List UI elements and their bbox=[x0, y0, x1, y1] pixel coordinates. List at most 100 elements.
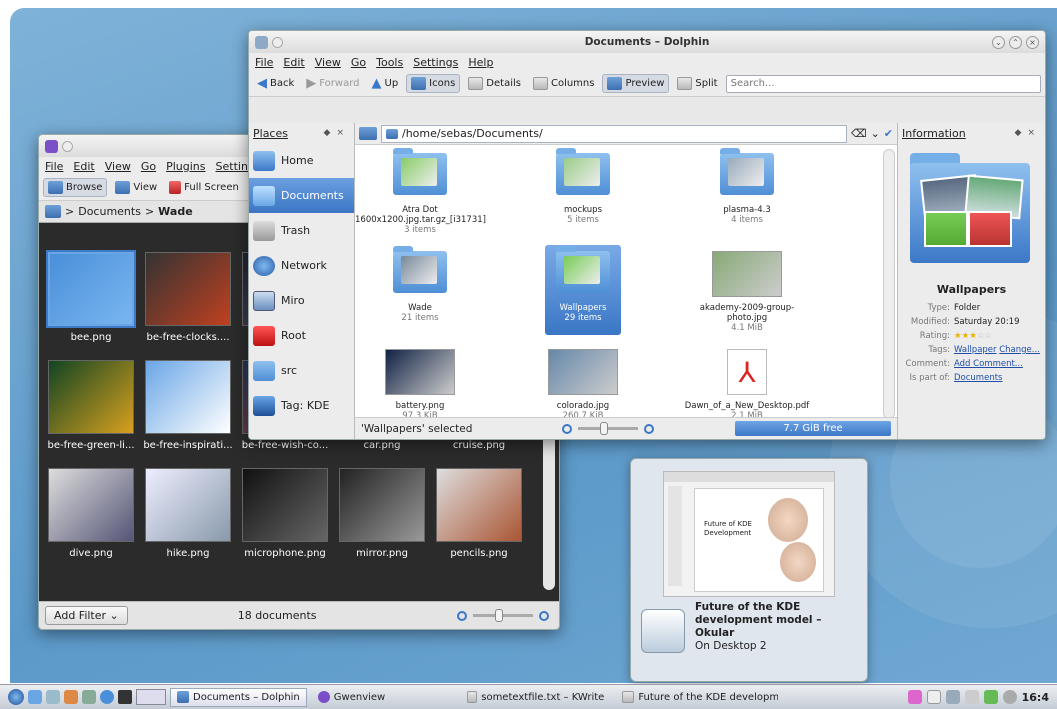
place-root[interactable]: Root bbox=[249, 318, 354, 353]
rating-stars[interactable]: ★★★☆☆ bbox=[954, 331, 992, 341]
checkmark-icon[interactable]: ✔ bbox=[884, 127, 893, 140]
kde-menu-icon[interactable] bbox=[8, 689, 24, 705]
thumbnail-item[interactable]: mirror.png bbox=[334, 464, 430, 572]
breadcrumb-current[interactable]: Wade bbox=[158, 205, 193, 218]
network-icon[interactable] bbox=[983, 690, 998, 704]
pager[interactable] bbox=[136, 689, 166, 705]
details-view-button[interactable]: Details bbox=[464, 75, 525, 92]
place-network[interactable]: Network bbox=[249, 248, 354, 283]
place-src[interactable]: src bbox=[249, 353, 354, 388]
menu-file[interactable]: File bbox=[255, 56, 273, 69]
okular-window-preview[interactable]: Future of KDE Development Future of the K… bbox=[630, 458, 868, 682]
thumbnail-item[interactable]: hike.png bbox=[140, 464, 236, 572]
up-button[interactable]: ▲ Up bbox=[368, 74, 403, 93]
icons-view-button[interactable]: Icons bbox=[406, 74, 461, 93]
close-button[interactable]: × bbox=[1026, 35, 1039, 49]
launcher-icon[interactable] bbox=[46, 690, 60, 704]
thumbnail-item[interactable]: dive.png bbox=[43, 464, 139, 572]
view-button[interactable]: View bbox=[111, 179, 161, 196]
dolphin-app-icon[interactable] bbox=[255, 35, 268, 49]
change-tags-link[interactable]: Change... bbox=[999, 345, 1040, 355]
location-path[interactable]: /home/sebas/Documents/ bbox=[381, 124, 847, 143]
place-tag-kde[interactable]: Tag: KDE bbox=[249, 388, 354, 423]
menu-help[interactable]: Help bbox=[468, 56, 493, 69]
place-documents[interactable]: Documents bbox=[249, 178, 354, 213]
menu-view[interactable]: View bbox=[105, 160, 131, 173]
terminal-icon[interactable] bbox=[118, 690, 132, 704]
chevron-down-icon[interactable]: ⌄ bbox=[871, 127, 880, 140]
search-input[interactable] bbox=[725, 74, 1041, 93]
place-trash[interactable]: Trash bbox=[249, 213, 354, 248]
menu-file[interactable]: File bbox=[45, 160, 63, 173]
thumbnail-item[interactable]: be-free-green-li... bbox=[43, 356, 139, 464]
thumbnail-item[interactable]: microphone.png bbox=[237, 464, 333, 572]
forward-button[interactable]: ▶ Forward bbox=[302, 74, 363, 93]
battery-icon[interactable] bbox=[964, 690, 979, 704]
task-dolphin[interactable]: Documents – Dolphin bbox=[170, 687, 307, 707]
minimize-button[interactable]: ⌄ bbox=[992, 35, 1005, 49]
dolphin-titlebar[interactable]: Documents – Dolphin ⌄ ⌃ × bbox=[249, 31, 1045, 53]
file-item[interactable]: ⅄ Dawn_of_a_New_Desktop.pdf 2.1 MiB bbox=[682, 349, 812, 421]
thumbnail-item[interactable]: pencils.png bbox=[431, 464, 527, 572]
task-okular[interactable]: Future of the KDE developme bbox=[615, 688, 785, 707]
notifications-icon[interactable] bbox=[1002, 690, 1017, 704]
add-comment-link[interactable]: Add Comment... bbox=[954, 359, 1023, 369]
place-miro[interactable]: Miro bbox=[249, 283, 354, 318]
menu-plugins[interactable]: Plugins bbox=[166, 160, 205, 173]
breadcrumb-parent[interactable]: Documents bbox=[78, 205, 141, 218]
file-item[interactable]: colorado.jpg 260.7 KiB bbox=[518, 349, 648, 421]
panel-buttons[interactable]: ◆× bbox=[1015, 128, 1041, 138]
zoom-out-icon[interactable] bbox=[457, 610, 467, 621]
zoom-slider[interactable] bbox=[578, 422, 639, 435]
menu-view[interactable]: View bbox=[315, 56, 341, 69]
fullscreen-button[interactable]: Full Screen bbox=[165, 179, 243, 196]
gwenview-app-icon[interactable] bbox=[45, 139, 58, 153]
menu-edit[interactable]: Edit bbox=[283, 56, 304, 69]
back-button[interactable]: ◀ Back bbox=[253, 74, 298, 93]
columns-view-button[interactable]: Columns bbox=[529, 75, 599, 92]
sticky-button[interactable] bbox=[272, 36, 283, 48]
task-gwenview[interactable]: Gwenview bbox=[311, 688, 392, 707]
file-item[interactable]: mockups 5 items bbox=[518, 148, 648, 225]
volume-icon[interactable] bbox=[945, 690, 960, 704]
file-item[interactable]: Wade 21 items bbox=[355, 246, 485, 323]
file-item[interactable]: battery.png 97.3 KiB bbox=[355, 349, 485, 421]
zoom-slider[interactable] bbox=[473, 609, 533, 622]
preview-button[interactable]: Preview bbox=[602, 74, 670, 93]
maximize-button[interactable]: ⌃ bbox=[1009, 35, 1022, 49]
menu-tools[interactable]: Tools bbox=[376, 56, 403, 69]
menu-settings[interactable]: Settings bbox=[413, 56, 458, 69]
split-button[interactable]: Split bbox=[673, 75, 721, 92]
launcher-icon[interactable] bbox=[64, 690, 78, 704]
panel-buttons[interactable]: ◆× bbox=[324, 128, 350, 138]
sticky-button[interactable] bbox=[62, 140, 73, 152]
place-home[interactable]: Home bbox=[249, 143, 354, 178]
file-view-scrollbar[interactable] bbox=[883, 149, 895, 419]
file-item[interactable]: plasma-4.3 4 items bbox=[682, 148, 812, 225]
task-kwrite[interactable]: sometextfile.txt – KWrite bbox=[460, 688, 611, 707]
thumbnail-item[interactable]: bee.png bbox=[43, 248, 139, 356]
zoom-out-icon[interactable] bbox=[562, 423, 573, 434]
tag-link[interactable]: Wallpaper bbox=[954, 345, 997, 355]
add-filter-button[interactable]: Add Filter ⌄ bbox=[45, 606, 128, 625]
browser-icon[interactable] bbox=[100, 690, 114, 704]
menu-edit[interactable]: Edit bbox=[73, 160, 94, 173]
zoom-slider-handle[interactable] bbox=[495, 609, 503, 622]
launcher-icon[interactable] bbox=[28, 690, 42, 704]
zoom-in-icon[interactable] bbox=[539, 610, 549, 621]
zoom-in-icon[interactable] bbox=[644, 423, 655, 434]
part-of-link[interactable]: Documents bbox=[954, 373, 1002, 383]
menu-go[interactable]: Go bbox=[141, 160, 156, 173]
launcher-icon[interactable] bbox=[82, 690, 96, 704]
thumbnail-item[interactable]: be-free-inspirati... bbox=[140, 356, 236, 464]
file-item[interactable]: Atra Dot 1600x1200.jpg.tar.gz_[i31731] 3 … bbox=[355, 148, 486, 235]
tray-icon[interactable] bbox=[907, 690, 922, 704]
menu-go[interactable]: Go bbox=[351, 56, 366, 69]
file-item-selected[interactable]: Wallpapers 29 items bbox=[518, 245, 648, 335]
file-item[interactable]: akademy-2009-group-photo.jpg 4.1 MiB bbox=[682, 251, 812, 333]
browse-button[interactable]: Browse bbox=[43, 178, 108, 197]
clear-location-icon[interactable]: ⌫ bbox=[851, 127, 867, 140]
clipboard-icon[interactable] bbox=[926, 690, 941, 704]
thumbnail-item[interactable]: be-free-clocks.... bbox=[140, 248, 236, 356]
zoom-slider-handle[interactable] bbox=[600, 422, 609, 435]
